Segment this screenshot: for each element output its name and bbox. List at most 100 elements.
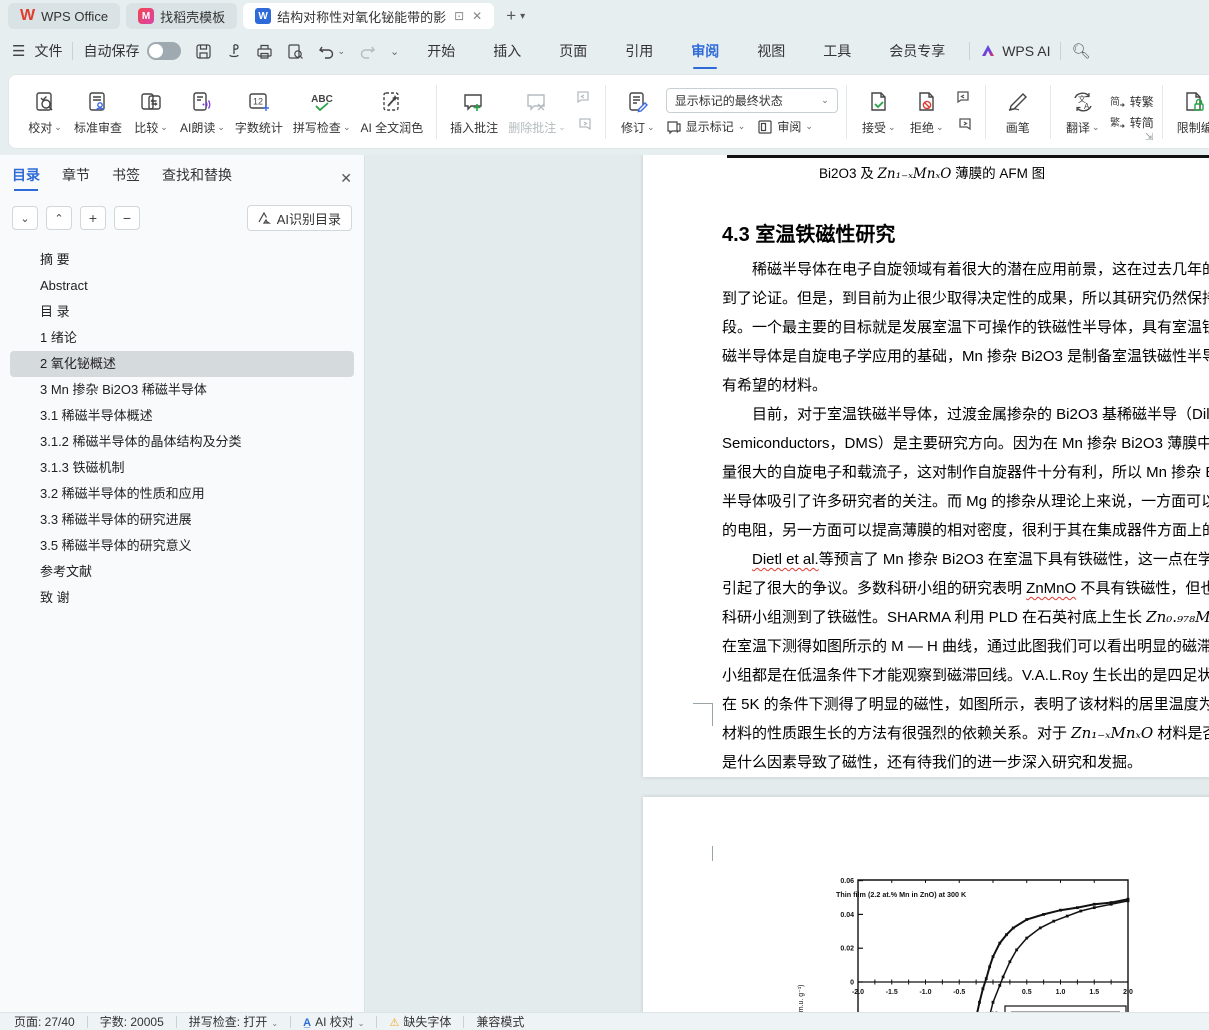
delete-comment-button[interactable]: 删除批注⌄ bbox=[503, 82, 571, 142]
menu-tab-工具[interactable]: 工具 bbox=[821, 37, 853, 65]
autosave-toggle[interactable] bbox=[147, 42, 181, 60]
outline-item[interactable]: 1 绪论 bbox=[0, 325, 354, 351]
document-workspace[interactable]: Bi2O3 及 Zn₁₋ₓMnₓO 薄膜的 AFM 图 4.3 室温铁磁性研究 … bbox=[366, 155, 1209, 1012]
review-pane-button[interactable]: 审阅⌄ bbox=[757, 118, 813, 135]
ai-polish-button[interactable]: AI 全文润色 bbox=[355, 82, 428, 142]
ink-brush-button[interactable]: 画笔 bbox=[994, 82, 1042, 142]
to-traditional-button[interactable]: 简 转繁 bbox=[1109, 93, 1154, 110]
text-segment: 的电阻，另一方面可以提高薄膜的相对密度，很利于其在集成器件方面上的应用 bbox=[722, 522, 1209, 539]
outline-item[interactable]: 3.1.2 稀磁半导体的晶体结构及分类 bbox=[0, 429, 354, 455]
ai-proofread-status[interactable]: A̲AI 校对⌄ bbox=[303, 1013, 364, 1030]
expand-down-button[interactable]: ⌄ bbox=[12, 206, 38, 230]
outline-item[interactable]: 3.1.3 铁磁机制 bbox=[0, 455, 354, 481]
restrict-editing-button[interactable]: 限制编 bbox=[1171, 82, 1209, 142]
standard-review-button[interactable]: 标准审查 bbox=[69, 82, 127, 142]
document-page-28[interactable]: 00.020.040.06-2.0-1.5-1.0-0.50.51.01.52.… bbox=[643, 797, 1209, 1012]
outline-item[interactable]: 参考文献 bbox=[0, 559, 354, 585]
word-count-indicator[interactable]: 字数: 20005 bbox=[100, 1013, 164, 1030]
outline-item[interactable]: 2 氧化铋概述 bbox=[10, 351, 354, 377]
tab-outline[interactable]: 目录 bbox=[12, 165, 40, 191]
menu-tab-插入[interactable]: 插入 bbox=[491, 37, 523, 65]
outline-item[interactable]: 致 谢 bbox=[0, 585, 354, 611]
next-revision-icon[interactable] bbox=[955, 116, 973, 135]
ribbon-separator bbox=[1050, 85, 1051, 139]
new-tab-icon[interactable]: + bbox=[506, 6, 516, 26]
spellcheck-status[interactable]: 拼写检查: 打开⌄ bbox=[189, 1013, 278, 1030]
collapse-all-button[interactable]: − bbox=[114, 206, 140, 230]
menu-tab-引用[interactable]: 引用 bbox=[623, 37, 655, 65]
outline-item[interactable]: 目 录 bbox=[0, 299, 354, 325]
word-count-button[interactable]: 12 字数统计 bbox=[230, 82, 288, 142]
file-menu[interactable]: 文件 bbox=[34, 41, 62, 61]
previous-revision-icon[interactable] bbox=[955, 89, 973, 108]
tab-bookmarks[interactable]: 书签 bbox=[112, 165, 140, 191]
to-simplified-button[interactable]: 繁 转简 bbox=[1109, 114, 1154, 131]
translate-button[interactable]: 文 A 翻译⌄ bbox=[1059, 82, 1107, 142]
proofread-button[interactable]: 校对⌄ bbox=[21, 82, 69, 142]
svg-text:0.04: 0.04 bbox=[840, 912, 854, 919]
markup-state-dropdown[interactable]: 显示标记的最终状态⌄ bbox=[666, 88, 838, 113]
tab-find-replace[interactable]: 查找和替换 bbox=[162, 165, 232, 191]
mh-curve-figure[interactable]: 00.020.040.06-2.0-1.5-1.0-0.50.51.01.52.… bbox=[793, 870, 1138, 1012]
tab-wps-home[interactable]: W WPS Office bbox=[8, 3, 120, 29]
dialog-launcher-icon[interactable]: ⇲ bbox=[1145, 132, 1153, 143]
accept-button[interactable]: 接受⌄ bbox=[855, 82, 903, 142]
expand-all-button[interactable]: + bbox=[80, 206, 106, 230]
text-segment: 科研小组测到了铁磁性。SHARMA 利用 PLD 在石英衬底上生长 bbox=[722, 609, 1146, 626]
outline-item[interactable]: 3.5 稀磁半导体的研究意义 bbox=[0, 533, 354, 559]
reject-button[interactable]: 拒绝⌄ bbox=[903, 82, 951, 142]
document-page-27[interactable]: Bi2O3 及 Zn₁₋ₓMnₓO 薄膜的 AFM 图 4.3 室温铁磁性研究 … bbox=[643, 155, 1209, 777]
insert-comment-button[interactable]: 插入批注 bbox=[445, 82, 503, 142]
popout-window-icon[interactable]: ⊡ bbox=[454, 9, 464, 23]
ribbon-area: 校对⌄ 标准审查 比较⌄ bbox=[0, 70, 1209, 155]
divider bbox=[1060, 42, 1061, 60]
print-preview-icon[interactable] bbox=[287, 43, 304, 60]
close-tab-icon[interactable]: ✕ bbox=[472, 9, 482, 23]
margin-corner-mark bbox=[693, 703, 713, 726]
text-segment: 段。一个最主要的目标就是发展室温下可操作的铁磁性半导体，具有室温铁磁性 bbox=[722, 319, 1209, 336]
print-icon[interactable] bbox=[256, 43, 273, 60]
menu-tab-会员专享[interactable]: 会员专享 bbox=[887, 37, 947, 65]
export-pdf-icon[interactable] bbox=[226, 43, 242, 60]
status-bar: 页面: 27/40 字数: 20005 拼写检查: 打开⌄ A̲AI 校对⌄ ⚠… bbox=[0, 1012, 1209, 1030]
next-comment-icon[interactable] bbox=[575, 116, 593, 135]
outline-item[interactable]: 3.1 稀磁半导体概述 bbox=[0, 403, 354, 429]
document-text-line: Semiconductors，DMS）是主要研究方向。因为在 Mn 掺杂 Bi2… bbox=[722, 429, 1209, 458]
outline-item[interactable]: 3.2 稀磁半导体的性质和应用 bbox=[0, 481, 354, 507]
missing-font-warning[interactable]: ⚠缺失字体 bbox=[389, 1013, 451, 1030]
outline-item[interactable]: Abstract bbox=[0, 273, 354, 299]
previous-comment-icon[interactable] bbox=[575, 89, 593, 108]
show-markup-button[interactable]: 显示标记⌄ bbox=[666, 118, 746, 135]
tab-list-chevron-icon[interactable]: ▾ bbox=[520, 11, 525, 22]
qat-customize-chevron-icon[interactable]: ⌄ bbox=[390, 45, 399, 58]
undo-icon[interactable]: ⌄ bbox=[318, 44, 345, 59]
track-changes-button[interactable]: 修订⌄ bbox=[614, 82, 662, 142]
ai-read-aloud-button[interactable]: AI朗读⌄ bbox=[175, 82, 230, 142]
collapse-up-button[interactable]: ⌃ bbox=[46, 206, 72, 230]
spell-check-button[interactable]: ABC 拼写检查⌄ bbox=[288, 82, 356, 142]
search-icon[interactable]: 🔍︎ bbox=[1071, 42, 1090, 60]
wps-ai-button[interactable]: WPS AI bbox=[980, 43, 1050, 59]
tab-docer-templates[interactable]: M 找稻壳模板 bbox=[126, 3, 237, 29]
document-text-line: 稀磁半导体在电子自旋领域有着很大的潜在应用前景，这在过去几年的研究 bbox=[722, 255, 1209, 284]
menu-tab-审阅[interactable]: 审阅 bbox=[689, 37, 721, 65]
outline-item[interactable]: 摘 要 bbox=[0, 247, 354, 273]
save-icon[interactable] bbox=[195, 43, 212, 60]
compatibility-mode-indicator[interactable]: 兼容模式 bbox=[476, 1013, 524, 1030]
page-indicator[interactable]: 页面: 27/40 bbox=[14, 1013, 75, 1030]
compare-button[interactable]: 比较⌄ bbox=[127, 82, 175, 142]
tab-chapters[interactable]: 章节 bbox=[62, 165, 90, 191]
menu-tab-视图[interactable]: 视图 bbox=[755, 37, 787, 65]
menu-tab-页面[interactable]: 页面 bbox=[557, 37, 589, 65]
menu-tab-开始[interactable]: 开始 bbox=[425, 37, 457, 65]
menu-items: 开始 插入 页面 引用 审阅 视图 工具 会员专享 bbox=[425, 37, 947, 65]
outline-item[interactable]: 3 Mn 掺杂 Bi2O3 稀磁半导体 bbox=[0, 377, 354, 403]
close-sidebar-icon[interactable]: ✕ bbox=[340, 170, 352, 187]
ai-detect-outline-button[interactable]: AI识别目录 bbox=[247, 205, 352, 231]
redo-icon[interactable] bbox=[359, 44, 376, 59]
tracking-group: 修订⌄ 显示标记的最终状态⌄ 显示标记⌄ 审阅⌄ bbox=[608, 81, 844, 143]
outline-item[interactable]: 3.3 稀磁半导体的研究进展 bbox=[0, 507, 354, 533]
tab-document[interactable]: W 结构对称性对氧化铋能带的影 ⊡ ✕ bbox=[243, 3, 494, 29]
standard-review-icon bbox=[86, 87, 110, 117]
comments-group: 插入批注 删除批注⌄ bbox=[439, 81, 603, 143]
